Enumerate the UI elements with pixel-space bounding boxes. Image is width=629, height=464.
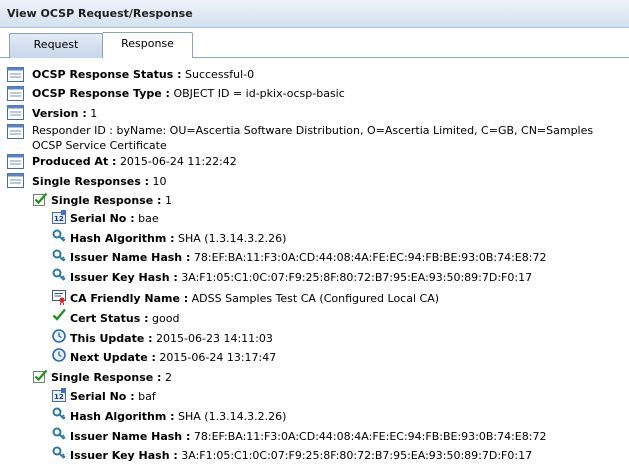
- field-label: This Update :: [70, 332, 153, 345]
- document-icon: [7, 86, 24, 101]
- field-label: Single Responses :: [32, 175, 149, 188]
- serial-number-icon: 12: [52, 388, 66, 402]
- tab-request[interactable]: Request: [9, 33, 103, 58]
- clock-icon: [52, 329, 66, 343]
- tree-node-hash-algorithm[interactable]: Hash Algorithm : SHA (1.3.14.3.2.26): [70, 231, 286, 246]
- field-label: Issuer Key Hash :: [70, 449, 178, 462]
- key-icon: [52, 407, 66, 420]
- field-label: Single Response :: [51, 194, 162, 207]
- tree-node-issuer-name-hash[interactable]: Issuer Name Hash : 78:EF:BA:11:F3:0A:CD:…: [70, 250, 546, 265]
- key-icon: [52, 268, 66, 281]
- field-value: 78:EF:BA:11:F3:0A:CD:44:08:4A:FE:EC:94:F…: [193, 430, 547, 443]
- field-label: CA Friendly Name :: [70, 292, 189, 305]
- field-value: 1: [164, 194, 172, 207]
- tree-node-single-response-1[interactable]: Single Response : 1: [51, 193, 172, 208]
- key-icon: [52, 249, 66, 262]
- document-icon: [7, 173, 24, 188]
- field-label: Single Response :: [51, 371, 162, 384]
- field-value: byName: OU=Ascertia Software Distributio…: [32, 124, 594, 152]
- field-value: good: [152, 312, 180, 325]
- tree-node-hash-algorithm[interactable]: Hash Algorithm : SHA (1.3.14.3.2.26): [70, 409, 286, 424]
- field-label: OCSP Response Status :: [32, 68, 182, 81]
- tree-node-issuer-key-hash[interactable]: Issuer Key Hash : 3A:F1:05:C1:0C:07:F9:2…: [70, 448, 532, 463]
- tree-node-serial-no[interactable]: Serial No : bae: [70, 211, 159, 226]
- field-value: 2: [164, 371, 172, 384]
- tree-node-issuer-key-hash[interactable]: Issuer Key Hash : 3A:F1:05:C1:0C:07:F9:2…: [70, 270, 532, 285]
- field-value: 3A:F1:05:C1:0C:07:F9:25:8F:80:72:B7:95:E…: [181, 449, 533, 462]
- svg-text:12: 12: [54, 215, 64, 223]
- window-titlebar: View OCSP Request/Response: [0, 0, 629, 28]
- window-title: View OCSP Request/Response: [7, 7, 193, 20]
- document-icon: [7, 154, 24, 169]
- checkbox-checked-icon: [33, 192, 48, 206]
- field-label: Issuer Key Hash :: [70, 271, 178, 284]
- tree-node-single-response-2[interactable]: Single Response : 2: [51, 370, 172, 385]
- key-icon: [52, 427, 66, 440]
- checkmark-icon: [52, 308, 66, 321]
- tree-node-next-update[interactable]: Next Update : 2015-06-24 13:17:47: [70, 350, 276, 365]
- field-value: 2015-06-24 13:17:47: [159, 351, 277, 364]
- tree-node-issuer-name-hash[interactable]: Issuer Name Hash : 78:EF:BA:11:F3:0A:CD:…: [70, 429, 546, 444]
- document-icon: [7, 105, 24, 120]
- tree-node-version[interactable]: Version : 1: [32, 106, 97, 121]
- field-value: SHA (1.3.14.3.2.26): [178, 410, 287, 423]
- field-value: 2015-06-23 14:11:03: [156, 332, 273, 345]
- field-label: Version :: [32, 107, 87, 120]
- field-value: baf: [138, 390, 156, 403]
- serial-number-icon: 12: [52, 210, 66, 224]
- field-label: Responder ID :: [32, 124, 114, 137]
- tree-node-cert-status[interactable]: Cert Status : good: [70, 311, 179, 326]
- field-value: 2015-06-24 11:22:42: [119, 155, 237, 168]
- document-icon: [7, 124, 24, 139]
- field-label: Produced At :: [32, 155, 117, 168]
- field-label: Hash Algorithm :: [70, 232, 175, 245]
- field-label: Issuer Name Hash :: [70, 251, 191, 264]
- field-label: Hash Algorithm :: [70, 410, 175, 423]
- key-icon: [52, 446, 66, 459]
- tree-node-single-responses[interactable]: Single Responses : 10: [32, 174, 166, 189]
- field-label: Cert Status :: [70, 312, 149, 325]
- checkbox-checked-icon: [33, 369, 48, 383]
- tree-node-response-type[interactable]: OCSP Response Type : OBJECT ID = id-pkix…: [32, 86, 345, 101]
- tree-node-this-update[interactable]: This Update : 2015-06-23 14:11:03: [70, 331, 273, 346]
- field-label: Serial No :: [70, 212, 135, 225]
- certificate-icon: [52, 290, 66, 305]
- tree-node-ca-friendly-name[interactable]: CA Friendly Name : ADSS Samples Test CA …: [70, 291, 439, 306]
- field-value: bae: [138, 212, 159, 225]
- field-value: Successful-0: [185, 68, 255, 81]
- clock-icon: [52, 348, 66, 362]
- field-label: Serial No :: [70, 390, 135, 403]
- tree-node-produced-at[interactable]: Produced At : 2015-06-24 11:22:42: [32, 154, 237, 169]
- field-label: OCSP Response Type :: [32, 87, 170, 100]
- field-value: ADSS Samples Test CA (Configured Local C…: [191, 292, 440, 305]
- field-label: Issuer Name Hash :: [70, 430, 191, 443]
- field-value: 78:EF:BA:11:F3:0A:CD:44:08:4A:FE:EC:94:F…: [193, 251, 547, 264]
- tree-node-serial-no[interactable]: Serial No : baf: [70, 389, 156, 404]
- field-value: SHA (1.3.14.3.2.26): [178, 232, 287, 245]
- field-value: 10: [152, 175, 167, 188]
- field-value: 3A:F1:05:C1:0C:07:F9:25:8F:80:72:B7:95:E…: [181, 271, 533, 284]
- tree-node-response-status[interactable]: OCSP Response Status : Successful-0: [32, 67, 254, 82]
- document-icon: [7, 67, 24, 82]
- tree-node-responder-id[interactable]: Responder ID : byName: OU=Ascertia Softw…: [32, 123, 624, 153]
- key-icon: [52, 229, 66, 242]
- field-value: OBJECT ID = id-pkix-ocsp-basic: [173, 87, 345, 100]
- svg-text:12: 12: [54, 393, 64, 401]
- field-value: 1: [90, 107, 98, 120]
- tab-response[interactable]: Response: [102, 32, 193, 58]
- field-label: Next Update :: [70, 351, 156, 364]
